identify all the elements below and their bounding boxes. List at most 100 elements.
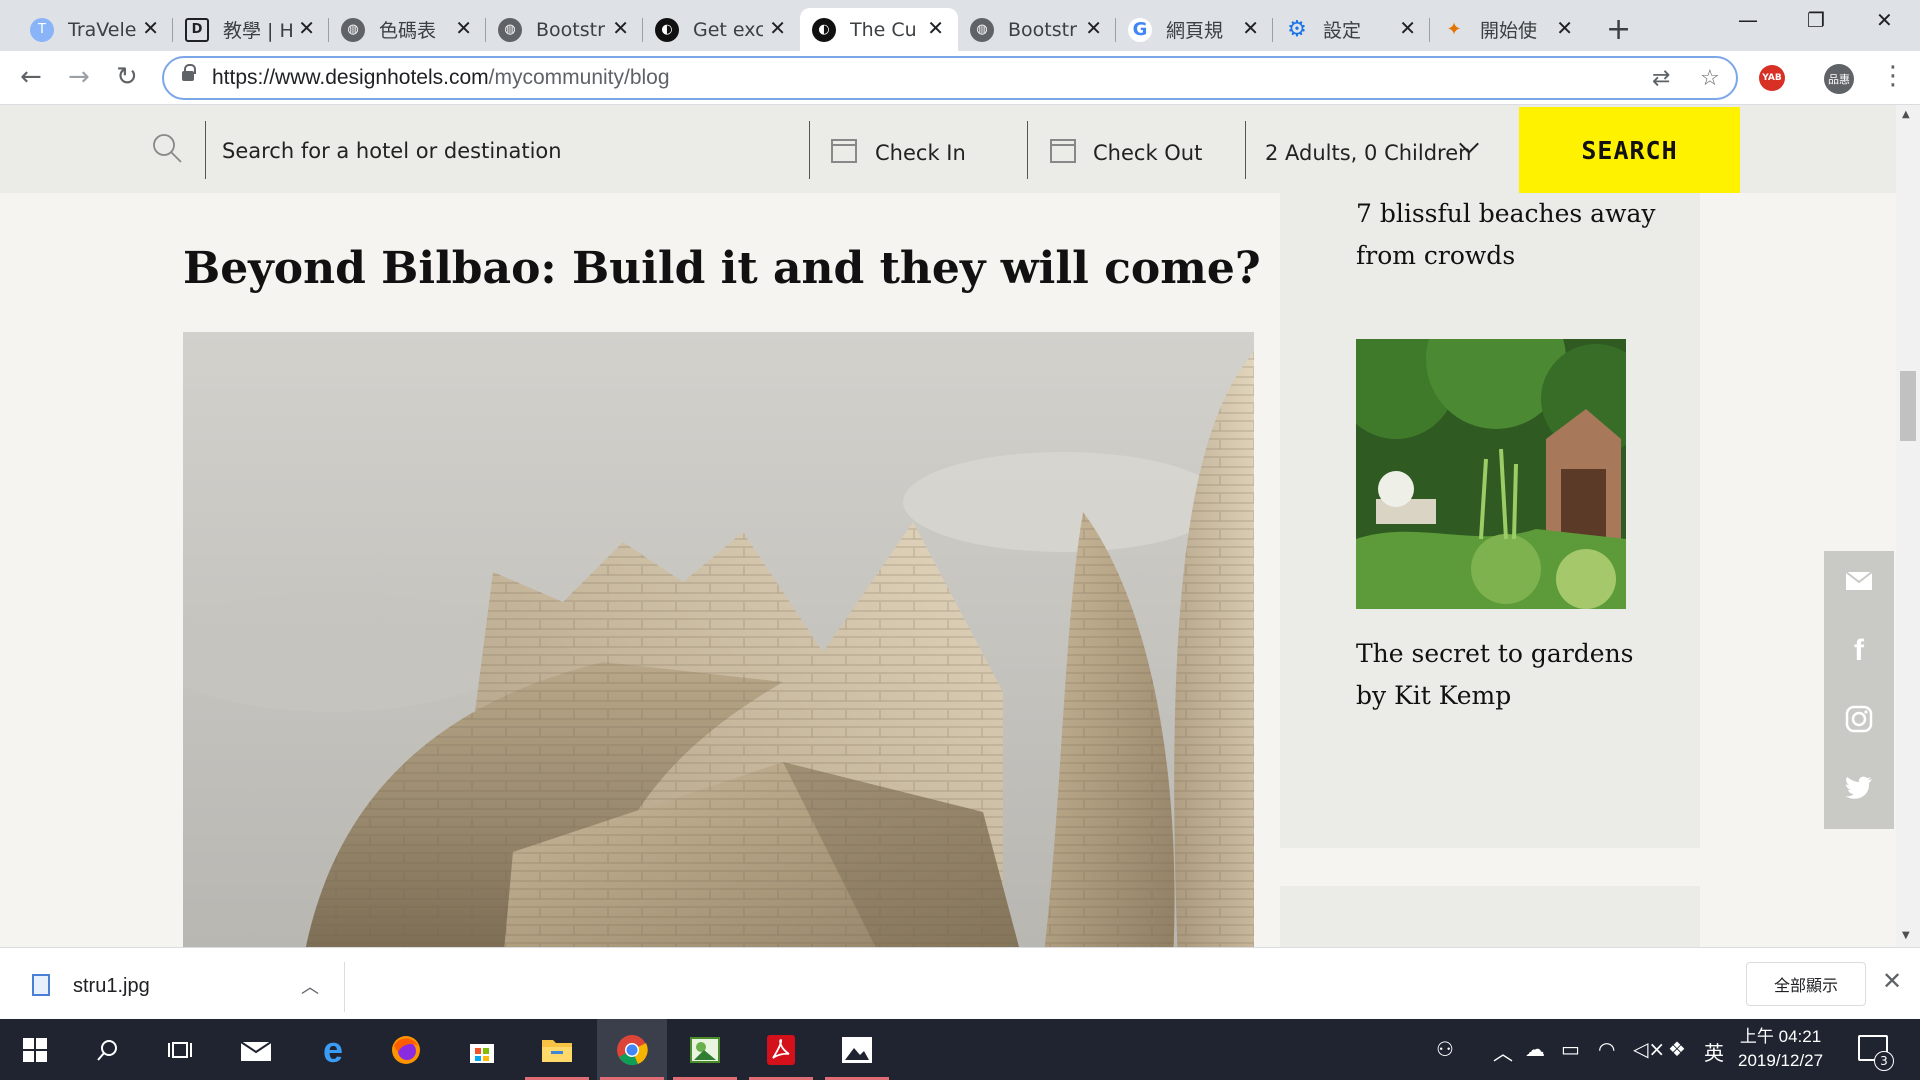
close-window-button[interactable]: ✕ (1876, 8, 1893, 32)
close-tab-icon[interactable]: ✕ (298, 16, 315, 40)
check-in-field[interactable]: Check In (875, 141, 966, 165)
browser-tab[interactable]: ✦ 開始使 ✕ (1430, 8, 1587, 51)
close-tab-icon[interactable]: ✕ (927, 16, 944, 40)
search-button[interactable]: SEARCH (1519, 107, 1740, 193)
browser-menu-icon[interactable]: ⋮ (1880, 61, 1906, 91)
show-hidden-icons-chevron-icon[interactable]: ︿ (1493, 1037, 1513, 1066)
related-post-title[interactable]: 7 blissful beaches away from crowds (1356, 193, 1656, 277)
file-explorer-icon[interactable] (522, 1019, 592, 1080)
designhotels-favicon-icon: ◐ (812, 17, 836, 42)
designhotels-favicon-icon: ◐ (655, 17, 679, 42)
close-tab-icon[interactable]: ✕ (1556, 16, 1573, 40)
yab-extension-icon[interactable]: YAB (1759, 65, 1785, 91)
new-tab-button[interactable]: + (1606, 12, 1631, 47)
input-method-indicator[interactable]: 英 (1704, 1037, 1724, 1066)
profile-avatar[interactable]: 品惠 (1824, 64, 1854, 94)
garden-thumbnail-image[interactable] (1356, 339, 1626, 609)
close-tab-icon[interactable]: ✕ (1242, 16, 1259, 40)
translate-icon[interactable]: ⇄ (1652, 66, 1670, 91)
windows-taskbar: e ⚇ ︿ ☁ ▭ ◠ ◁× ❖ 英 上午 04:21 2019/12/27 3 (0, 1019, 1920, 1080)
browser-tab-strip: T TraVele ✕ D 教學 | H ✕ ◍ 色碼表 ✕ ◍ Bootstr… (0, 0, 1920, 51)
download-item[interactable]: stru1.jpg (73, 975, 150, 998)
page-content: Beyond Bilbao: Build it and they will co… (0, 193, 1896, 947)
scroll-down-icon[interactable]: ▼ (1902, 930, 1910, 941)
search-icon (153, 134, 182, 163)
firefox-icon[interactable] (371, 1019, 441, 1080)
forward-icon[interactable]: → (68, 62, 90, 92)
destination-search-input[interactable]: Search for a hotel or destination (222, 139, 562, 163)
article-hero-image[interactable] (183, 332, 1254, 947)
windows-start-icon[interactable] (0, 1019, 70, 1080)
page-scrollbar[interactable]: ▲ ▼ (1896, 105, 1920, 947)
acrobat-icon[interactable] (746, 1019, 816, 1080)
wifi-icon[interactable]: ◠ (1598, 1037, 1615, 1061)
download-bar: stru1.jpg ︿ 全部顯示 ✕ (0, 947, 1920, 1019)
instagram-icon[interactable] (1824, 689, 1894, 749)
related-post-title[interactable]: The secret to gardens by Kit Kemp (1356, 633, 1656, 717)
edge-browser-icon[interactable]: e (298, 1019, 368, 1080)
browser-tab-active[interactable]: ◐ The Cu ✕ (800, 8, 958, 51)
article-title[interactable]: Beyond Bilbao: Build it and they will co… (183, 243, 1261, 294)
guests-selector[interactable]: 2 Adults, 0 Children (1265, 141, 1471, 165)
party-popper-icon: ✦ (1446, 19, 1462, 40)
volume-muted-icon[interactable]: ◁× (1633, 1037, 1665, 1061)
onedrive-cloud-icon[interactable]: ☁ (1525, 1037, 1545, 1061)
scroll-up-icon[interactable]: ▲ (1902, 109, 1910, 120)
globe-icon: ◍ (341, 17, 365, 42)
lock-icon (182, 64, 196, 81)
dropbox-icon[interactable]: ❖ (1668, 1037, 1686, 1061)
hotel-search-bar: Search for a hotel or destination Check … (0, 105, 1896, 193)
minimize-window-button[interactable]: — (1738, 8, 1758, 32)
image-viewer-app-icon[interactable] (670, 1019, 740, 1080)
browser-tab[interactable]: ◐ Get exc ✕ (643, 8, 800, 51)
browser-toolbar: ← → ↻ https://www.designhotels.com/mycom… (0, 51, 1920, 105)
task-view-icon[interactable] (145, 1019, 215, 1080)
close-tab-icon[interactable]: ✕ (612, 16, 629, 40)
address-bar[interactable]: https://www.designhotels.com/mycommunity… (162, 56, 1738, 100)
browser-tab[interactable]: G 網頁規 ✕ (1116, 8, 1273, 51)
bookmark-star-icon[interactable]: ☆ (1700, 66, 1720, 91)
notification-count-badge: 3 (1874, 1051, 1894, 1071)
social-share-bar: f (1824, 551, 1894, 829)
people-icon[interactable]: ⚇ (1436, 1037, 1454, 1061)
sidebar-card (1280, 886, 1700, 947)
restore-window-button[interactable]: ❐ (1807, 8, 1825, 32)
check-out-field[interactable]: Check Out (1093, 141, 1202, 165)
microsoft-store-icon[interactable] (447, 1019, 517, 1080)
d-favicon-icon: D (185, 17, 209, 42)
scrollbar-thumb[interactable] (1900, 371, 1916, 441)
close-tab-icon[interactable]: ✕ (455, 16, 472, 40)
chrome-icon[interactable] (597, 1019, 667, 1080)
browser-tab[interactable]: D 教學 | H ✕ (173, 8, 329, 51)
url-text[interactable]: https://www.designhotels.com/mycommunity… (212, 66, 670, 90)
close-tab-icon[interactable]: ✕ (1399, 16, 1416, 40)
battery-icon[interactable]: ▭ (1561, 1037, 1580, 1061)
browser-tab[interactable]: T TraVele ✕ (18, 8, 173, 51)
close-tab-icon[interactable]: ✕ (1085, 16, 1102, 40)
calendar-icon (1050, 139, 1076, 163)
browser-tab[interactable]: ◍ Bootstr ✕ (486, 8, 643, 51)
browser-tab[interactable]: ◍ 色碼表 ✕ (329, 8, 486, 51)
photos-app-icon[interactable] (822, 1019, 892, 1080)
image-file-icon (32, 974, 50, 996)
related-posts-sidebar: 7 blissful beaches away from crowds The … (1280, 193, 1700, 848)
reload-icon[interactable]: ↻ (116, 62, 138, 92)
system-clock[interactable]: 上午 04:21 2019/12/27 (1738, 1025, 1823, 1073)
show-all-downloads-button[interactable]: 全部顯示 (1746, 962, 1866, 1006)
back-icon[interactable]: ← (20, 62, 42, 92)
settings-gear-icon: ⚙ (1287, 17, 1307, 42)
browser-tab[interactable]: ⚙ 設定 ✕ (1273, 8, 1430, 51)
mail-app-icon[interactable] (221, 1019, 291, 1080)
mail-icon[interactable] (1824, 551, 1894, 611)
globe-icon: ◍ (970, 17, 994, 42)
facebook-icon[interactable]: f (1824, 621, 1894, 681)
search-icon[interactable] (73, 1019, 143, 1080)
close-tab-icon[interactable]: ✕ (769, 16, 786, 40)
close-download-bar-icon[interactable]: ✕ (1882, 967, 1902, 995)
calendar-icon (831, 139, 857, 163)
browser-tab[interactable]: ◍ Bootstr ✕ (958, 8, 1116, 51)
close-tab-icon[interactable]: ✕ (142, 16, 159, 40)
twitter-icon[interactable] (1824, 758, 1894, 818)
globe-icon: ◍ (498, 17, 522, 42)
chevron-up-icon[interactable]: ︿ (301, 973, 319, 999)
